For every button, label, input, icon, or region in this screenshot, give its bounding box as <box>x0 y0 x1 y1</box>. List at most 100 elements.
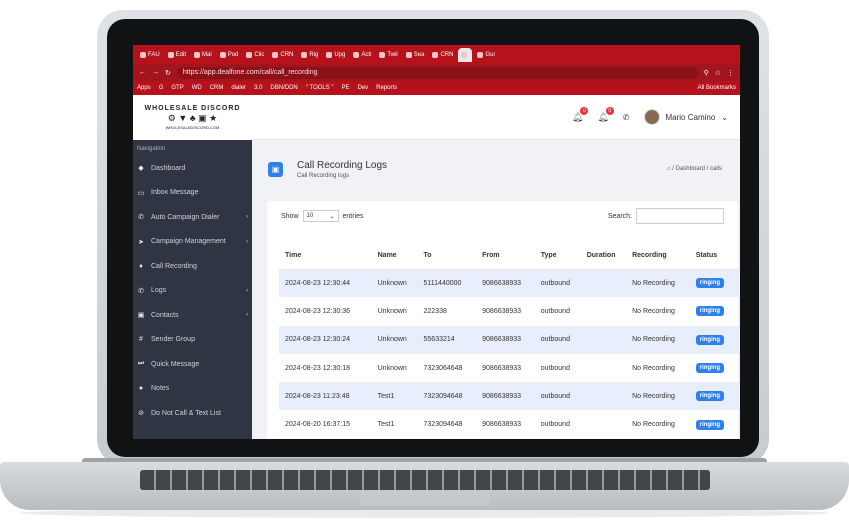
table-row[interactable]: 2024-08-23 12:30:18 Unknown 7323064648 9086… <box>279 354 740 382</box>
column-header[interactable]: Type <box>534 242 581 270</box>
tab-label: CRN <box>440 51 454 58</box>
entries-select[interactable]: 10 ⌄ <box>302 210 339 222</box>
browser-tab[interactable]: CRN <box>269 48 296 62</box>
bookmark-item[interactable]: " TOOLS " <box>306 85 334 91</box>
sidebar-item-label: Do Not Call & Text List <box>151 409 221 417</box>
table-row[interactable]: 2024-08-23 11:23:48 Test1 7323094648 908663… <box>279 382 740 411</box>
bookmark-item[interactable]: CRM <box>210 85 224 91</box>
bookmark-item[interactable]: PE <box>341 85 349 91</box>
browser-tab[interactable] <box>458 47 473 62</box>
browser-tab[interactable]: Gui <box>474 48 497 62</box>
table-cell: No Recording <box>632 364 675 372</box>
sidebar-item-auto-campaign-dialer[interactable]: ✆ Auto Campaign Dialer › <box>133 205 252 230</box>
action-cell[interactable] <box>734 382 740 411</box>
sidebar-item-campaign-management[interactable]: ➤ Campaign Management › <box>133 230 252 255</box>
chevron-down-icon: ⌄ <box>721 112 728 122</box>
back-icon[interactable]: ← <box>139 69 146 76</box>
column-header[interactable]: To <box>417 242 477 270</box>
message-icon[interactable]: 🔔︎ 0 <box>597 106 614 123</box>
notification-icon[interactable]: 🔔︎ 0 <box>572 106 589 123</box>
status-badge: ringing <box>695 391 725 402</box>
browser-tab[interactable]: Pod <box>217 48 242 62</box>
sidebar-item-sender-group[interactable]: # Sender Group <box>133 328 252 353</box>
forward-icon[interactable]: → <box>152 69 159 76</box>
sidebar-item-logs[interactable]: ✆ Logs › <box>133 279 252 304</box>
browser-tab[interactable]: Sea <box>403 48 428 62</box>
table-cell <box>580 325 627 354</box>
sidebar-item-quick-message[interactable]: ⏭ Quick Message <box>133 352 252 377</box>
browser-tab[interactable]: Upg <box>323 48 348 62</box>
sidebar-item-contacts[interactable]: ▣ Contacts › <box>133 303 252 328</box>
bookmark-item[interactable]: 3.0 <box>254 85 262 91</box>
browser-tab[interactable]: Twil <box>376 48 400 62</box>
bookmark-item[interactable]: Dev <box>357 85 368 91</box>
browser-tab[interactable]: Edit <box>165 48 189 62</box>
bookmark-item[interactable]: All Bookmarks <box>698 85 736 91</box>
browser-tab[interactable]: Mai <box>191 48 215 62</box>
table-row[interactable]: 2024-08-20 16:37:15 Test1 7323094648 908663… <box>279 410 740 438</box>
column-header[interactable]: Recording <box>626 242 690 270</box>
action-cell[interactable] <box>734 269 740 298</box>
action-cell[interactable] <box>735 297 740 325</box>
action-cell[interactable] <box>735 410 740 438</box>
phone-icon[interactable]: ✆ <box>623 113 630 122</box>
browser-tab[interactable]: CRN <box>429 48 456 62</box>
status-badge: ringing <box>695 334 725 345</box>
main: 🔔︎ 0 🔔︎ 0 ✆ Mario Camino ⌄ ▣ Call Recordin… <box>252 95 740 439</box>
table-cell: Unknown <box>371 269 418 298</box>
column-header[interactable]: From <box>476 242 535 270</box>
nav-label: Navigation <box>137 146 166 152</box>
tab-favicon-icon <box>194 51 201 58</box>
bookmark-item[interactable]: Reports <box>376 85 397 91</box>
table-row[interactable]: 2024-08-23 12:30:44 Unknown 5111440000 9086… <box>279 269 740 298</box>
sidebar-item-label: Sender Group <box>151 336 195 344</box>
reload-icon[interactable]: ↻ <box>165 69 171 77</box>
status-cell: ringing <box>689 382 735 411</box>
url-input[interactable]: https://app.dealfone.com/call/call_recor… <box>176 66 698 79</box>
browser-tab[interactable]: Rig <box>298 48 321 62</box>
tab-favicon-icon <box>219 51 226 58</box>
zoom-icon[interactable]: ⚲ <box>704 69 709 77</box>
sidebar-item-inbox-message[interactable]: ▭ Inbox Message <box>133 181 252 206</box>
sidebar-item-do-not-call-text-list[interactable]: ⊘ Do Not Call & Text List <box>133 401 252 426</box>
chevron-right-icon: › <box>246 214 248 221</box>
bookmark-item[interactable]: WD <box>192 85 202 91</box>
column-header[interactable]: A <box>734 242 740 270</box>
bookmark-item[interactable]: G <box>159 85 164 91</box>
bookmark-item[interactable]: dialer <box>231 85 246 91</box>
column-header[interactable]: Status <box>689 242 735 270</box>
browser-tab[interactable]: Clic <box>243 48 267 62</box>
browser-address-bar: ← → ↻ https://app.dealfone.com/call/call… <box>133 64 740 81</box>
sidebar-item-notes[interactable]: ● Notes <box>133 377 252 402</box>
sidebar-item-label: Call Recording <box>151 262 197 270</box>
sidebar-item-label: Campaign Management <box>151 238 226 246</box>
status-badge: ringing <box>695 419 725 430</box>
table-cell: 9086638933 <box>482 364 522 372</box>
status-cell: ringing <box>690 410 735 438</box>
column-header[interactable]: Name <box>371 242 418 270</box>
bookmark-item[interactable]: Apps <box>137 85 151 91</box>
user-menu[interactable]: Mario Camino ⌄ <box>643 109 728 125</box>
table-cell: outbound <box>534 382 581 411</box>
star-icon[interactable]: ☆ <box>715 69 721 77</box>
table-row[interactable]: 2024-08-23 12:30:24 Unknown 55633214 908663… <box>279 325 740 354</box>
column-header[interactable]: Duration <box>580 242 627 270</box>
menu-icon[interactable]: ⋮ <box>727 69 734 77</box>
browser-tab[interactable]: Acti <box>350 48 374 62</box>
action-cell[interactable] <box>734 325 740 354</box>
column-header[interactable]: Time <box>279 242 372 270</box>
bookmark-item[interactable]: GTP <box>171 85 183 91</box>
table-cell: 2024-08-23 12:30:44 <box>279 269 372 298</box>
breadcrumb[interactable]: ⌂ / Dashboard / calls <box>667 166 722 172</box>
bookmark-item[interactable]: DBN/DDN <box>270 85 297 91</box>
nav-item-icon: ✆ <box>138 287 144 295</box>
search-input[interactable] <box>636 208 724 224</box>
action-cell[interactable] <box>735 354 740 382</box>
sidebar-item-dashboard[interactable]: ◆ Dashboard <box>133 156 252 181</box>
browser-tab[interactable]: FAU <box>137 48 163 62</box>
table-row[interactable]: 2024-08-23 12:30:36 Unknown 222338 90866389… <box>279 297 740 325</box>
sidebar-item-call-recording[interactable]: ♦ Call Recording <box>133 254 252 279</box>
message-badge: 0 <box>605 106 614 115</box>
logs-table: Time Name To From Type Duration Recording Statu… <box>279 242 740 439</box>
table-cell: 9086638933 <box>476 269 535 298</box>
